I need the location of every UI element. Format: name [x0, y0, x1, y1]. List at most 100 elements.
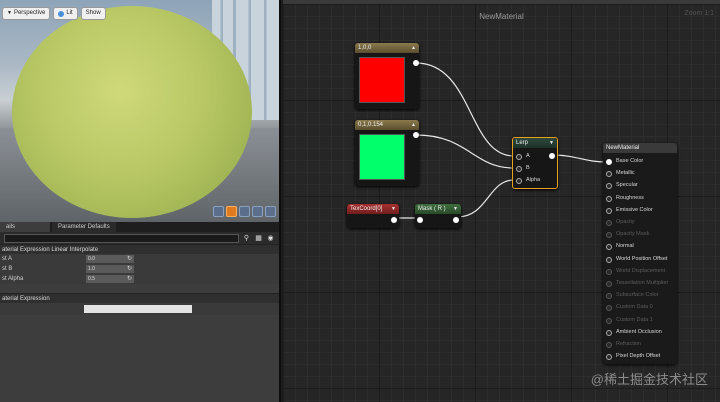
node-title: Lerp — [516, 140, 529, 146]
eye-icon[interactable]: ◉ — [266, 234, 275, 243]
collapse-icon[interactable]: ▼ — [549, 138, 554, 148]
node-lerp[interactable]: Lerp ▼ A B Alpha — [512, 137, 558, 189]
pin-label: Base Color — [616, 158, 644, 164]
preview-viewport[interactable]: ▼ Perspective Lit Show — [0, 0, 281, 222]
const-a-field[interactable]: 0.0 ↻ — [86, 255, 134, 263]
node-title: NewMaterial — [606, 145, 640, 151]
cylinder-icon[interactable] — [213, 206, 224, 217]
input-pin[interactable] — [606, 342, 612, 348]
pin-label: Specular — [616, 182, 638, 189]
reset-icon[interactable]: ↻ — [127, 265, 132, 273]
prop-row-const-b: st B 1.0 ↻ — [0, 264, 279, 274]
wire-lerp-to-basecolor — [549, 154, 608, 163]
plane-icon[interactable] — [239, 206, 250, 217]
prop-label: st Alpha — [2, 276, 24, 282]
collapse-icon[interactable]: ▼ — [391, 204, 396, 214]
desc-input[interactable] — [84, 305, 192, 313]
pin-label: Metallic — [616, 170, 635, 177]
input-pin-alpha[interactable] — [516, 178, 522, 184]
node-header: TexCoord[0] ▼ — [347, 204, 399, 214]
material-graph[interactable]: NewMaterial Zoom 1:1 1,0,0 ▲ 0,1,0.154 ▲… — [283, 0, 720, 402]
reset-icon[interactable]: ↻ — [127, 275, 132, 283]
tab-parameter-defaults[interactable]: Parameter Defaults — [52, 222, 116, 232]
node-texcoord[interactable]: TexCoord[0] ▼ — [347, 204, 399, 228]
output-pin[interactable] — [453, 217, 459, 223]
input-pin[interactable] — [606, 207, 612, 214]
collapse-icon[interactable]: ▼ — [453, 204, 458, 214]
pin-label-b: B — [526, 165, 530, 171]
search-icon[interactable]: ⚲ — [242, 234, 251, 243]
output-pin[interactable] — [549, 153, 555, 159]
pin-label-alpha: Alpha — [526, 177, 541, 183]
input-pin[interactable] — [606, 317, 612, 324]
node-title: 1,0,0 — [358, 45, 372, 51]
input-pin[interactable] — [606, 171, 612, 178]
input-pin[interactable] — [606, 244, 612, 251]
pin-label: Refraction — [616, 341, 642, 347]
input-pin[interactable] — [606, 195, 612, 202]
input-pin[interactable] — [606, 232, 612, 239]
wire-mask-to-lerp-alpha — [456, 179, 515, 218]
node-constant-green[interactable]: 0,1,0.154 ▲ — [355, 120, 419, 186]
node-constant-red[interactable]: 1,0,0 ▲ — [355, 43, 419, 109]
collapse-icon[interactable]: ▲ — [411, 120, 416, 130]
input-pin-b[interactable] — [516, 166, 522, 172]
node-header: 1,0,0 ▲ — [355, 43, 419, 53]
input-pin[interactable] — [606, 256, 612, 263]
grid-view-icon[interactable]: ▦ — [254, 234, 263, 243]
reset-icon[interactable]: ↻ — [127, 255, 132, 263]
lit-button[interactable]: Lit — [53, 7, 78, 20]
sphere-icon[interactable] — [226, 206, 237, 217]
pin-label: Normal — [616, 243, 634, 250]
pin-label: World Displacement — [616, 267, 666, 274]
input-pin[interactable] — [606, 268, 612, 275]
details-panel: ails Parameter Defaults ⚲ ▦ ◉ aterial Ex… — [0, 222, 281, 402]
input-pin[interactable] — [606, 159, 612, 165]
pin-label: Roughness — [616, 194, 644, 201]
const-b-field[interactable]: 1.0 ↻ — [86, 265, 134, 273]
details-search-row: ⚲ ▦ ◉ — [0, 232, 279, 244]
tab-details[interactable]: ails — [0, 222, 50, 232]
show-label: Show — [85, 10, 101, 16]
desc-row — [0, 303, 279, 315]
node-header: Mask ( R ) ▼ — [415, 204, 461, 214]
input-pin[interactable] — [606, 220, 612, 226]
input-pin[interactable] — [417, 217, 423, 223]
section-material-expression[interactable]: aterial Expression — [0, 293, 279, 303]
input-pin-a[interactable] — [516, 154, 522, 160]
input-pin[interactable] — [606, 329, 612, 336]
viewport-toolbar: ▼ Perspective Lit Show — [2, 7, 106, 20]
pin-label: Opacity Mask — [616, 231, 650, 238]
cube-icon[interactable] — [252, 206, 263, 217]
teapot-icon[interactable] — [265, 206, 276, 217]
section-linear-interpolate[interactable]: aterial Expression Linear Interpolate — [0, 244, 279, 254]
node-title: 0,1,0.154 — [358, 122, 384, 128]
output-pin[interactable] — [413, 132, 419, 138]
pin-label: Subsurface Color — [616, 292, 659, 299]
input-pin[interactable] — [606, 293, 612, 300]
prop-row-const-alpha: st Alpha 0.5 ↻ — [0, 274, 279, 284]
color-swatch — [359, 57, 405, 103]
color-swatch — [359, 134, 405, 180]
pin-label: Emissive Color — [616, 206, 653, 213]
output-pin[interactable] — [391, 217, 397, 223]
perspective-button[interactable]: ▼ Perspective — [2, 7, 51, 20]
search-input[interactable] — [4, 233, 239, 243]
output-pin[interactable] — [413, 60, 419, 66]
const-alpha-field[interactable]: 0.5 ↻ — [86, 275, 134, 283]
node-title: Mask ( R ) — [418, 206, 446, 212]
input-pin[interactable] — [606, 183, 612, 190]
input-pin[interactable] — [606, 281, 612, 287]
pin-label: Tessellation Multiplier — [616, 280, 669, 286]
input-pin[interactable] — [606, 305, 612, 312]
pin-label-a: A — [526, 153, 530, 159]
node-mask[interactable]: Mask ( R ) ▼ — [415, 204, 461, 228]
node-material-result[interactable]: NewMaterial Base Color Metallic Specular Ro… — [603, 143, 677, 364]
pin-label: Ambient Occlusion — [616, 328, 662, 335]
input-pin[interactable] — [606, 354, 612, 361]
prop-label: st A — [2, 256, 13, 262]
pin-label: Pixel Depth Offset — [616, 353, 661, 360]
show-button[interactable]: Show — [80, 7, 106, 20]
collapse-icon[interactable]: ▲ — [411, 43, 416, 53]
